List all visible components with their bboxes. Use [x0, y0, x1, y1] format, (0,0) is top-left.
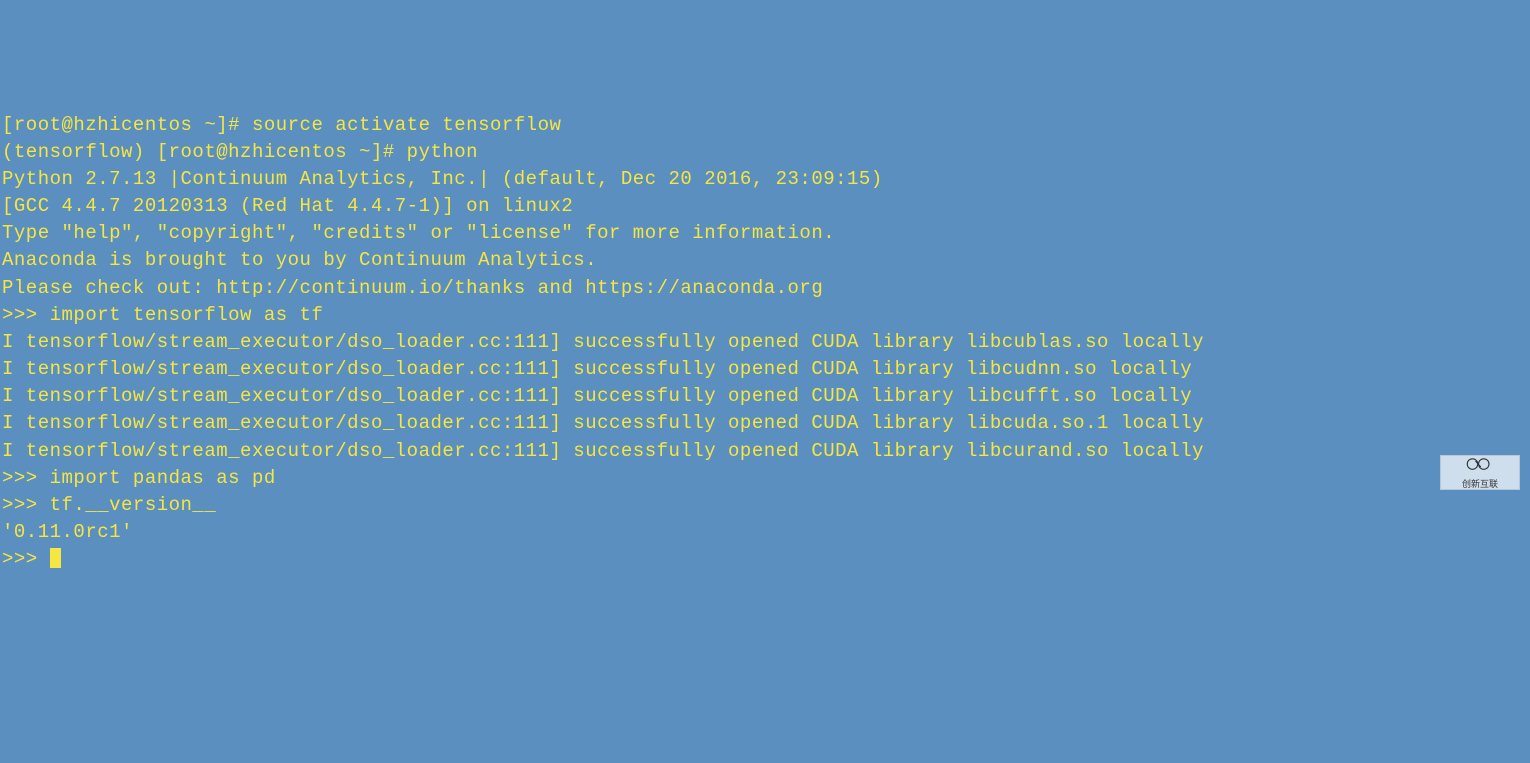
- terminal-prompt: >>>: [2, 548, 50, 570]
- terminal-line: I tensorflow/stream_executor/dso_loader.…: [2, 410, 1528, 437]
- terminal-line: [GCC 4.4.7 20120313 (Red Hat 4.4.7-1)] o…: [2, 193, 1528, 220]
- watermark-icon: [1465, 454, 1495, 474]
- terminal-line: I tensorflow/stream_executor/dso_loader.…: [2, 356, 1528, 383]
- terminal-prompt-line: >>>: [2, 546, 1528, 573]
- terminal-output[interactable]: [root@hzhicentos ~]# source activate ten…: [2, 112, 1528, 574]
- terminal-line: [root@hzhicentos ~]# source activate ten…: [2, 112, 1528, 139]
- terminal-line: (tensorflow) [root@hzhicentos ~]# python: [2, 139, 1528, 166]
- watermark-logo: 创新互联: [1440, 455, 1520, 490]
- terminal-line: >>> import pandas as pd: [2, 465, 1528, 492]
- terminal-line: Anaconda is brought to you by Continuum …: [2, 247, 1528, 274]
- terminal-line: I tensorflow/stream_executor/dso_loader.…: [2, 438, 1528, 465]
- terminal-line: Type "help", "copyright", "credits" or "…: [2, 220, 1528, 247]
- terminal-line: >>> tf.__version__: [2, 492, 1528, 519]
- terminal-line: >>> import tensorflow as tf: [2, 302, 1528, 329]
- terminal-line: Python 2.7.13 |Continuum Analytics, Inc.…: [2, 166, 1528, 193]
- terminal-line: I tensorflow/stream_executor/dso_loader.…: [2, 383, 1528, 410]
- terminal-line: Please check out: http://continuum.io/th…: [2, 275, 1528, 302]
- watermark-text: 创新互联: [1462, 478, 1498, 491]
- terminal-cursor: [50, 548, 61, 568]
- terminal-line: I tensorflow/stream_executor/dso_loader.…: [2, 329, 1528, 356]
- terminal-line: '0.11.0rc1': [2, 519, 1528, 546]
